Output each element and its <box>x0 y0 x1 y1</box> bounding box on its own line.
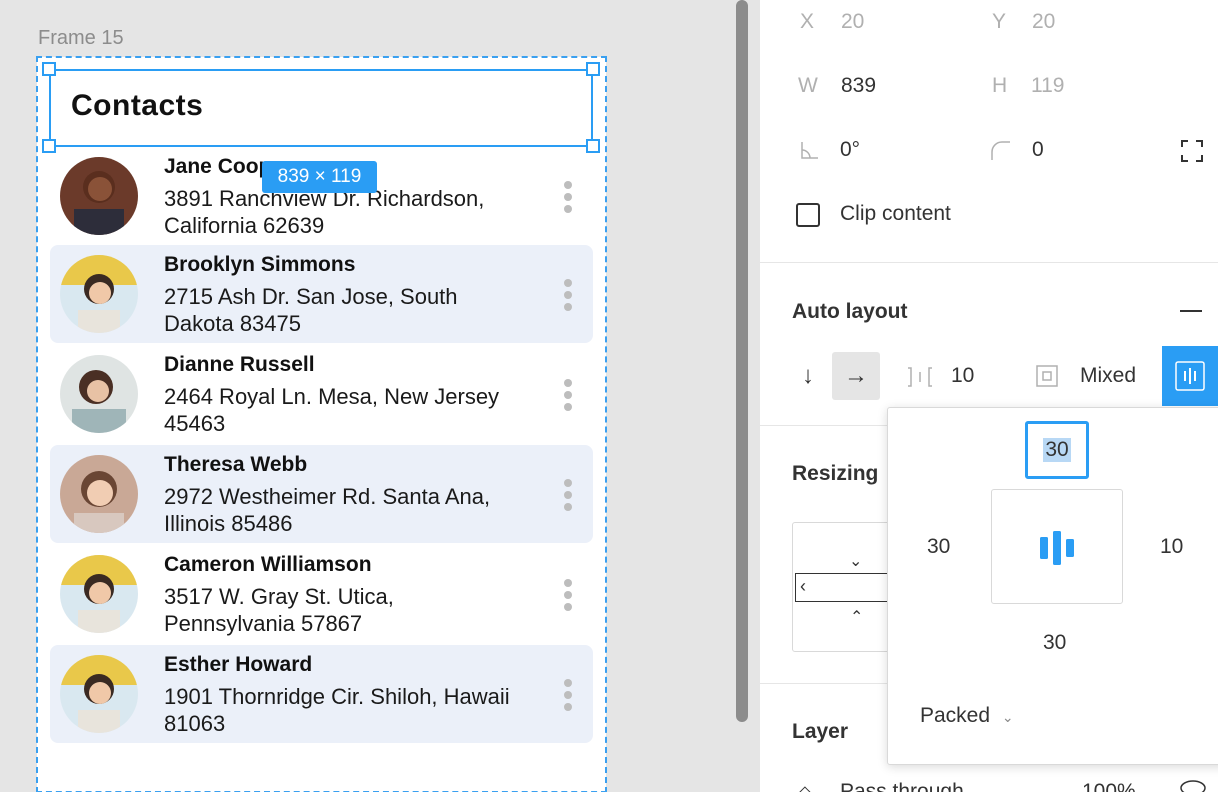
contact-name: Brooklyn Simmons <box>164 253 356 276</box>
contact-row[interactable]: Theresa Webb 2972 Westheimer Rd. Santa A… <box>50 445 593 543</box>
avatar <box>60 555 138 633</box>
padding-icon <box>1036 365 1058 392</box>
alignment-preview <box>991 489 1123 604</box>
layer-title: Layer <box>792 720 849 743</box>
contact-name: Cameron Williamson <box>164 553 372 576</box>
spacing-icon <box>906 366 934 393</box>
horizontal-direction-icon[interactable]: → <box>832 352 880 400</box>
more-options-icon[interactable] <box>562 181 574 213</box>
individual-padding-button[interactable] <box>1162 346 1218 406</box>
padding-bottom-input[interactable]: 30 <box>1043 631 1066 655</box>
header-selection[interactable]: Contacts <box>49 69 593 147</box>
padding-popover: 30 30 10 30 Packed ⌄ <box>887 407 1218 765</box>
corner-radius-input[interactable]: 0 <box>1032 138 1044 162</box>
chevron-up-icon: ⌃ <box>850 609 864 626</box>
chevron-left-icon: ‹ <box>800 576 806 596</box>
contact-row[interactable]: Brooklyn Simmons 2715 Ash Dr. San Jose, … <box>50 245 593 343</box>
height-input[interactable]: 119 <box>1031 74 1064 98</box>
chevron-down-icon: ⌄ <box>1001 709 1014 725</box>
chevron-down-icon: ⌄ <box>849 553 863 570</box>
avatar <box>60 455 138 533</box>
padding-top-value: 30 <box>1043 438 1071 462</box>
clip-content-checkbox[interactable] <box>796 203 820 227</box>
divider <box>760 262 1218 263</box>
contact-address: 3517 W. Gray St. Utica, Pennsylvania 578… <box>164 584 394 636</box>
y-label: Y <box>992 10 1007 33</box>
contact-name: Theresa Webb <box>164 453 308 476</box>
h-label: H <box>992 74 1008 97</box>
avatar <box>60 157 138 235</box>
resize-handle-top-left[interactable] <box>42 62 56 76</box>
remove-auto-layout-icon[interactable] <box>1180 310 1202 312</box>
contact-address: 2972 Westheimer Rd. Santa Ana, Illinois … <box>164 484 491 536</box>
contact-row[interactable]: Cameron Williamson 3517 W. Gray St. Utic… <box>50 545 593 643</box>
auto-layout-title: Auto layout <box>792 300 908 323</box>
more-options-icon[interactable] <box>562 379 574 411</box>
eye-icon[interactable] <box>1180 780 1206 792</box>
spacing-input[interactable]: 10 <box>951 364 974 388</box>
avatar <box>60 255 138 333</box>
rotation-icon <box>800 140 820 165</box>
y-input[interactable]: 20 <box>1032 10 1055 34</box>
width-input[interactable]: 839 <box>841 74 876 98</box>
header-title: Contacts <box>71 89 204 122</box>
opacity-input[interactable]: 100% <box>1082 780 1136 792</box>
avatar <box>60 655 138 733</box>
size-badge: 839 × 119 <box>262 161 377 193</box>
distribute-icon <box>1040 530 1074 565</box>
padding-input[interactable]: Mixed <box>1080 364 1136 388</box>
contact-address: 1901 Thornridge Cir. Shiloh, Hawaii 8106… <box>164 684 510 736</box>
distribution-label: Packed <box>920 704 991 727</box>
contact-name: Dianne Russell <box>164 353 315 376</box>
more-options-icon[interactable] <box>562 579 574 611</box>
contact-address: 2464 Royal Ln. Mesa, New Jersey 45463 <box>164 384 500 436</box>
more-options-icon[interactable] <box>562 679 574 711</box>
rotation-input[interactable]: 0° <box>840 138 860 162</box>
x-input[interactable]: 20 <box>841 10 864 34</box>
blend-mode-icon: ◇ <box>798 782 812 792</box>
blend-mode-select[interactable]: Pass through <box>840 780 964 792</box>
alignment-icon <box>1175 361 1205 391</box>
resizing-control[interactable]: ⌄ ‹ ⌃ <box>792 522 903 652</box>
independent-corners-icon[interactable] <box>1181 140 1203 167</box>
padding-left-input[interactable]: 30 <box>927 535 950 559</box>
x-label: X <box>800 10 815 33</box>
corner-radius-icon <box>990 140 1012 167</box>
padding-right-input[interactable]: 10 <box>1160 535 1183 559</box>
clip-content-label: Clip content <box>840 202 951 225</box>
vertical-direction-icon[interactable]: ↓ <box>784 352 832 400</box>
contact-row[interactable]: Esther Howard 1901 Thornridge Cir. Shilo… <box>50 645 593 743</box>
contact-address: 3891 Ranchview Dr. Richardson, Californi… <box>164 186 485 238</box>
more-options-icon[interactable] <box>562 479 574 511</box>
canvas-scrollbar[interactable] <box>736 0 748 722</box>
resizing-title: Resizing <box>792 462 879 485</box>
distribution-select[interactable]: Packed ⌄ <box>920 704 1014 728</box>
padding-top-input[interactable]: 30 <box>1025 421 1089 479</box>
frame-label[interactable]: Frame 15 <box>38 27 124 50</box>
canvas[interactable]: Frame 15 Contacts 839 × 119 Jane Cooper … <box>0 0 760 792</box>
w-label: W <box>798 74 818 97</box>
frame[interactable]: Contacts 839 × 119 Jane Cooper 3891 Ranc… <box>36 56 607 792</box>
more-options-icon[interactable] <box>562 279 574 311</box>
contact-address: 2715 Ash Dr. San Jose, South Dakota 8347… <box>164 284 458 336</box>
contact-name: Esther Howard <box>164 653 313 676</box>
contact-row[interactable]: Dianne Russell 2464 Royal Ln. Mesa, New … <box>50 345 593 443</box>
resize-handle-top-right[interactable] <box>586 62 600 76</box>
avatar <box>60 355 138 433</box>
